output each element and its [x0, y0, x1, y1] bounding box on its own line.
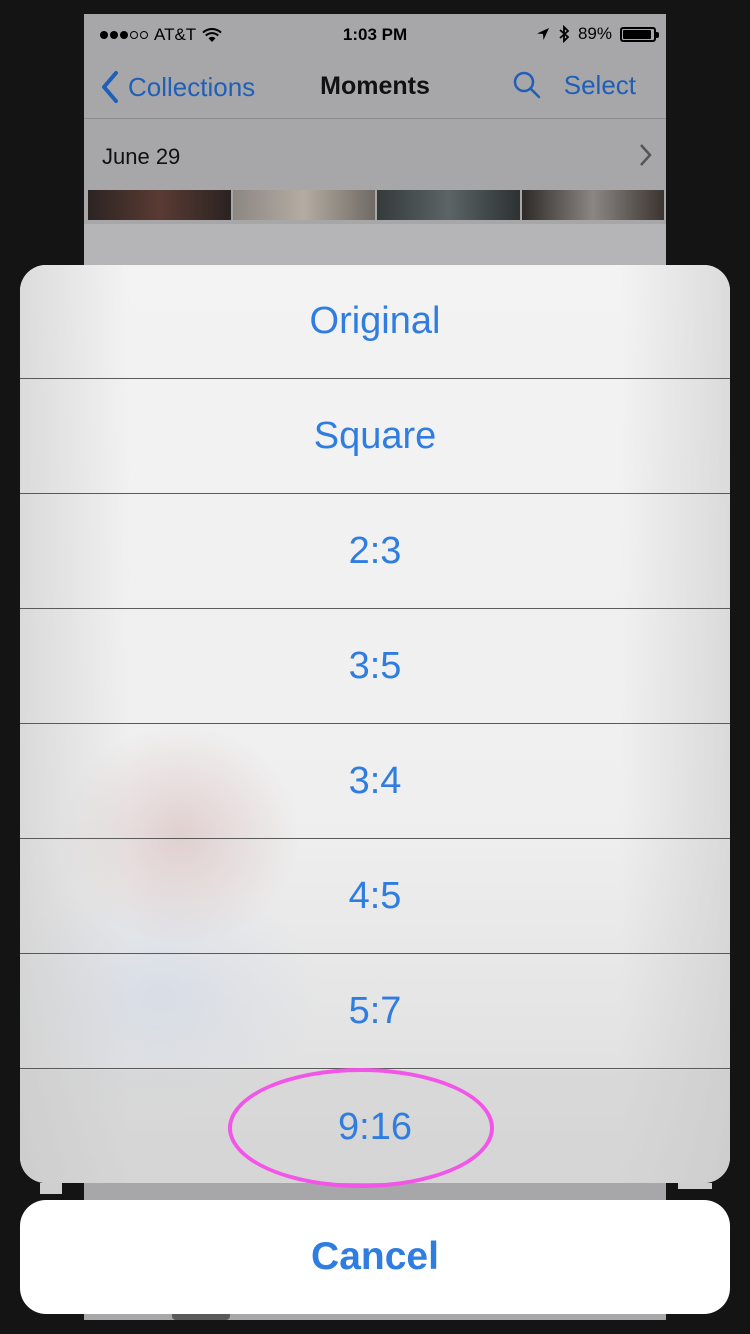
status-right: 89%	[536, 24, 659, 44]
option-4-5[interactable]: 4:5	[20, 840, 730, 954]
background-sliver	[40, 1183, 62, 1194]
chevron-right-icon	[640, 144, 652, 166]
background-sliver	[172, 1314, 230, 1320]
photo-thumbnail[interactable]	[521, 190, 664, 220]
photo-thumbnail[interactable]	[232, 190, 375, 220]
moment-thumbnail-strip[interactable]	[88, 190, 664, 220]
highlight-annotation-ellipse	[228, 1068, 494, 1188]
battery-icon	[620, 26, 659, 42]
bluetooth-icon	[559, 25, 570, 43]
option-2-3[interactable]: 2:3	[20, 495, 730, 609]
select-button[interactable]: Select	[564, 70, 636, 101]
location-arrow-icon	[536, 28, 549, 40]
photo-thumbnail[interactable]	[88, 190, 231, 220]
search-icon	[513, 71, 541, 99]
battery-percent: 89%	[577, 24, 612, 43]
option-3-4[interactable]: 3:4	[20, 725, 730, 839]
moment-section-header[interactable]: June 29	[84, 122, 666, 190]
status-bar: AT&T 1:03 PM 89%	[84, 14, 666, 56]
aspect-ratio-action-sheet: Original Square 2:3 3:5 3:4 4:5 5:7 9:16	[20, 265, 730, 1183]
option-square[interactable]: Square	[20, 380, 730, 494]
option-5-7[interactable]: 5:7	[20, 955, 730, 1069]
navigation-bar: Collections Moments Select	[84, 58, 666, 119]
option-3-5[interactable]: 3:5	[20, 610, 730, 724]
cancel-button[interactable]: Cancel	[20, 1200, 730, 1314]
photo-thumbnail[interactable]	[377, 190, 520, 220]
moment-date-label: June 29	[102, 144, 181, 169]
search-button[interactable]	[512, 70, 542, 105]
option-original[interactable]: Original	[20, 265, 730, 379]
background-sliver	[678, 1183, 712, 1189]
